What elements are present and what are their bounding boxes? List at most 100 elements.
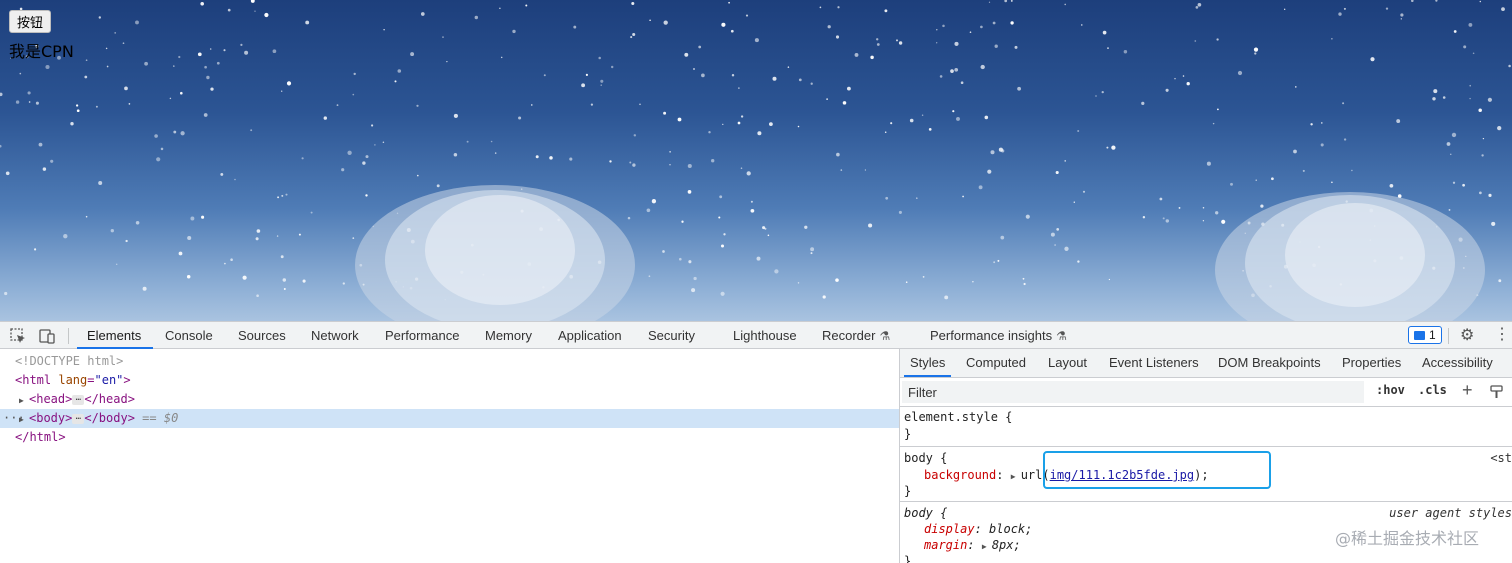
display-declaration[interactable]: display: block;	[924, 521, 1032, 538]
expand-triangle-icon[interactable]: ▶	[19, 391, 29, 410]
snowflake	[1159, 197, 1163, 201]
gear-icon[interactable]: ⚙	[1460, 327, 1474, 345]
snowflake	[1435, 0, 1438, 2]
subtab-properties[interactable]: Properties	[1342, 349, 1401, 377]
snowflake	[210, 87, 214, 91]
toolbar-divider-right	[1448, 328, 1449, 344]
snowflake	[804, 225, 808, 229]
tab-sources[interactable]: Sources	[238, 322, 286, 349]
subtab-computed[interactable]: Computed	[966, 349, 1026, 377]
snowflake	[1481, 154, 1484, 157]
snowflake	[835, 278, 839, 282]
snowflake	[1077, 260, 1080, 263]
snowflake	[936, 42, 938, 44]
tab-network[interactable]: Network	[311, 322, 359, 349]
snowflake	[632, 163, 636, 167]
snowflake	[1295, 86, 1297, 88]
subtab-styles[interactable]: Styles	[903, 349, 952, 377]
inspect-element-icon[interactable]	[9, 327, 27, 345]
cls-toggle[interactable]: .cls	[1418, 383, 1447, 397]
collapsed-ellipsis-icon[interactable]: …	[72, 412, 85, 424]
snowflake	[600, 79, 604, 83]
snowflake	[1082, 190, 1086, 193]
snowflake	[740, 167, 743, 169]
snowflake	[810, 82, 813, 85]
tab-security[interactable]: Security	[648, 322, 695, 349]
property-name: display	[924, 522, 975, 536]
snowflake	[720, 244, 725, 248]
snowflake	[1182, 75, 1185, 77]
snowflake	[518, 116, 522, 120]
snowflake	[1064, 160, 1066, 162]
subtab-event-listeners[interactable]: Event Listeners	[1109, 349, 1199, 377]
new-rule-plus-icon[interactable]: +	[1462, 380, 1473, 401]
snowflake	[276, 235, 279, 237]
styles-filter-input[interactable]	[902, 381, 1364, 403]
snowflake	[972, 280, 974, 283]
more-options-icon[interactable]: ⋮	[1494, 326, 1510, 344]
margin-declaration[interactable]: margin: ▶ 8px;	[924, 537, 1021, 555]
snowflake	[980, 64, 985, 70]
subtab-accessibility[interactable]: Accessibility	[1422, 349, 1493, 377]
rule-selector[interactable]: body {	[904, 505, 947, 522]
row-dots[interactable]: ···	[3, 409, 25, 428]
snowflake	[4, 291, 8, 296]
expand-triangle-icon[interactable]: ▶	[982, 538, 992, 555]
snowflake	[648, 275, 651, 278]
dom-line-html[interactable]: <html lang="en">	[0, 371, 899, 390]
background-declaration[interactable]: background: ▶ url(img/111.1c2b5fde.jpg);	[924, 467, 1209, 485]
rule-source-link[interactable]: <st	[1490, 450, 1512, 467]
tab-performance[interactable]: Performance	[385, 322, 459, 349]
tab-elements[interactable]: Elements	[76, 322, 154, 349]
snowflake	[105, 47, 108, 50]
tab-console[interactable]: Console	[165, 322, 213, 349]
snowflake	[684, 52, 689, 57]
background-image-url-link[interactable]: img/111.1c2b5fde.jpg	[1050, 468, 1195, 482]
snowflake	[1142, 215, 1146, 219]
snowflake	[180, 91, 183, 95]
snowflake	[280, 255, 284, 259]
property-name: margin	[924, 538, 968, 552]
snowflake	[1463, 45, 1467, 49]
element-style-selector[interactable]: element.style {	[904, 409, 1012, 426]
snowflake	[767, 234, 770, 237]
tab-memory[interactable]: Memory	[485, 322, 532, 349]
expand-triangle-icon[interactable]: ▶	[1011, 468, 1021, 485]
snowflake	[397, 69, 402, 73]
rule-selector[interactable]: body {	[904, 450, 947, 467]
rendering-paint-icon[interactable]	[1490, 385, 1503, 399]
snowflake	[494, 152, 497, 154]
snowflake	[1501, 7, 1505, 11]
dom-line-head[interactable]: ▶ <head>… </head>	[0, 390, 899, 409]
page-button[interactable]: 按钮	[9, 10, 52, 33]
head-open-tag: <head>	[29, 392, 73, 406]
snowflake	[1343, 138, 1347, 141]
snowflake	[95, 105, 98, 108]
dom-line-html-close[interactable]: </html>	[0, 428, 899, 447]
snowflake	[42, 167, 47, 171]
snowflake	[277, 196, 280, 199]
snowflake	[203, 113, 208, 117]
snowflake	[719, 195, 723, 199]
dom-line-body-selected[interactable]: ··· ▶ <body>… </body> == $0	[0, 409, 899, 428]
device-toolbar-icon[interactable]	[38, 327, 56, 345]
snowflake	[180, 131, 185, 136]
dom-line-doctype[interactable]: <!DOCTYPE html>	[0, 352, 899, 371]
snowflake	[1302, 169, 1305, 172]
snowflake	[573, 25, 577, 29]
snowflake	[1331, 38, 1333, 40]
hov-toggle[interactable]: :hov	[1376, 383, 1405, 397]
snowflake	[1102, 30, 1107, 35]
snowflake	[1432, 97, 1436, 101]
tab-recorder[interactable]: Recorder ⚗	[822, 322, 890, 349]
tab-application[interactable]: Application	[558, 322, 622, 349]
snowflake	[1478, 108, 1482, 112]
subtab-layout[interactable]: Layout	[1048, 349, 1087, 377]
collapsed-ellipsis-icon[interactable]: …	[72, 393, 85, 405]
tab-performance-insights[interactable]: Performance insights ⚗	[930, 322, 1067, 349]
snowflake	[662, 250, 665, 253]
subtab-dom-breakpoints[interactable]: DOM Breakpoints	[1218, 349, 1321, 377]
tab-lighthouse[interactable]: Lighthouse	[733, 322, 797, 349]
snowflake	[1212, 122, 1215, 125]
issues-badge[interactable]: 1	[1408, 326, 1442, 344]
